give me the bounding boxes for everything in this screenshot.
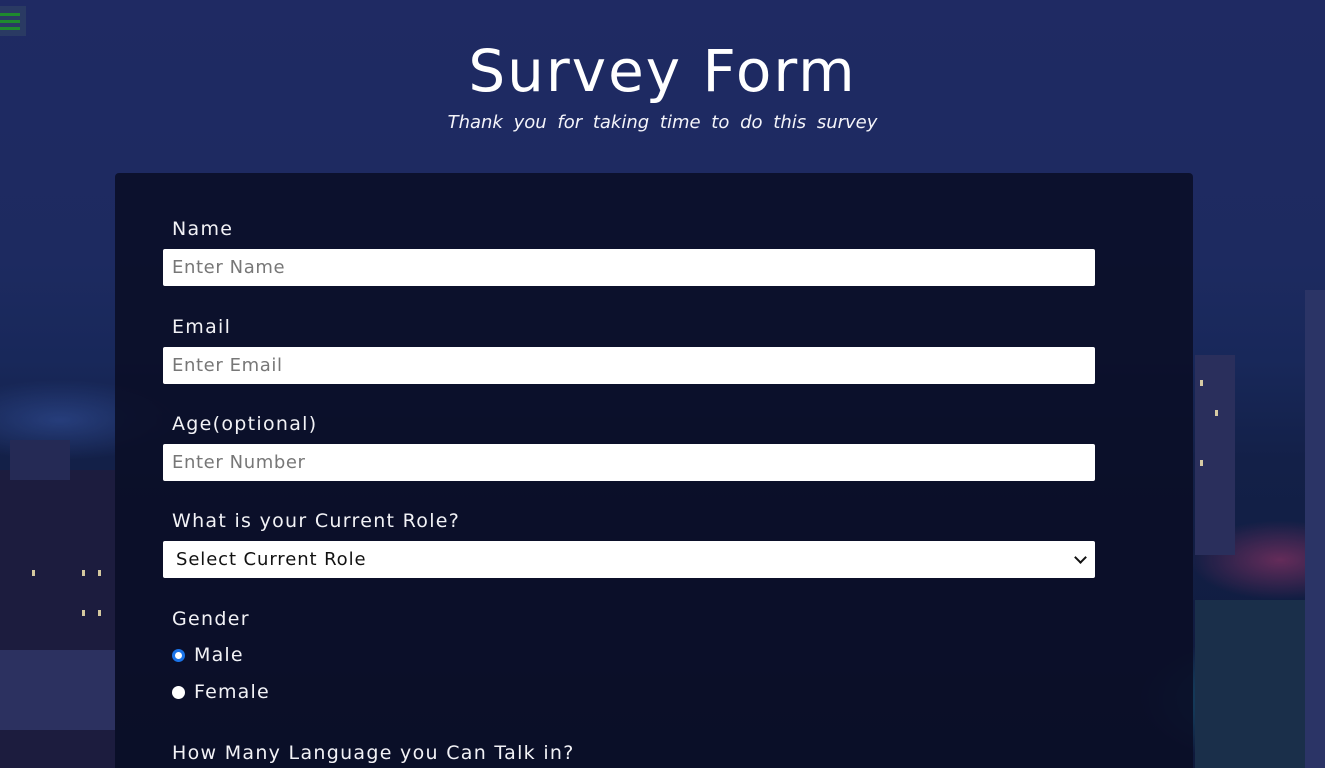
gender-label: Gender <box>172 608 250 630</box>
radio-unchecked-icon[interactable] <box>172 685 185 699</box>
role-select-value: Select Current Role <box>176 549 367 570</box>
page-subtitle: Thank you for taking time to do this sur… <box>447 112 878 133</box>
email-input[interactable] <box>163 347 1095 384</box>
role-select[interactable]: Select Current Role <box>163 541 1095 578</box>
page-header: Survey Form Thank you for taking time to… <box>0 36 1325 133</box>
hamburger-menu-icon-bar <box>0 26 20 30</box>
gender-option-male[interactable]: Male <box>172 644 244 666</box>
page-title: Survey Form <box>468 37 857 105</box>
gender-option-label: Female <box>194 681 270 703</box>
menu-toggle-button[interactable] <box>0 6 26 36</box>
gender-option-female[interactable]: Female <box>172 681 270 703</box>
languages-label: How Many Language you Can Talk in? <box>172 742 575 764</box>
gender-option-label: Male <box>194 644 244 666</box>
name-input[interactable] <box>163 249 1095 286</box>
role-label: What is your Current Role? <box>172 510 461 532</box>
email-label: Email <box>172 316 232 338</box>
chevron-down-icon <box>1074 551 1087 564</box>
radio-checked-icon[interactable] <box>172 648 185 662</box>
hamburger-menu-icon-bar <box>0 19 20 23</box>
age-input[interactable] <box>163 444 1095 481</box>
hamburger-menu-icon <box>0 12 20 16</box>
name-label: Name <box>172 218 234 240</box>
age-label: Age(optional) <box>172 413 318 435</box>
survey-form: Name Email Age(optional) What is your Cu… <box>115 173 1193 768</box>
